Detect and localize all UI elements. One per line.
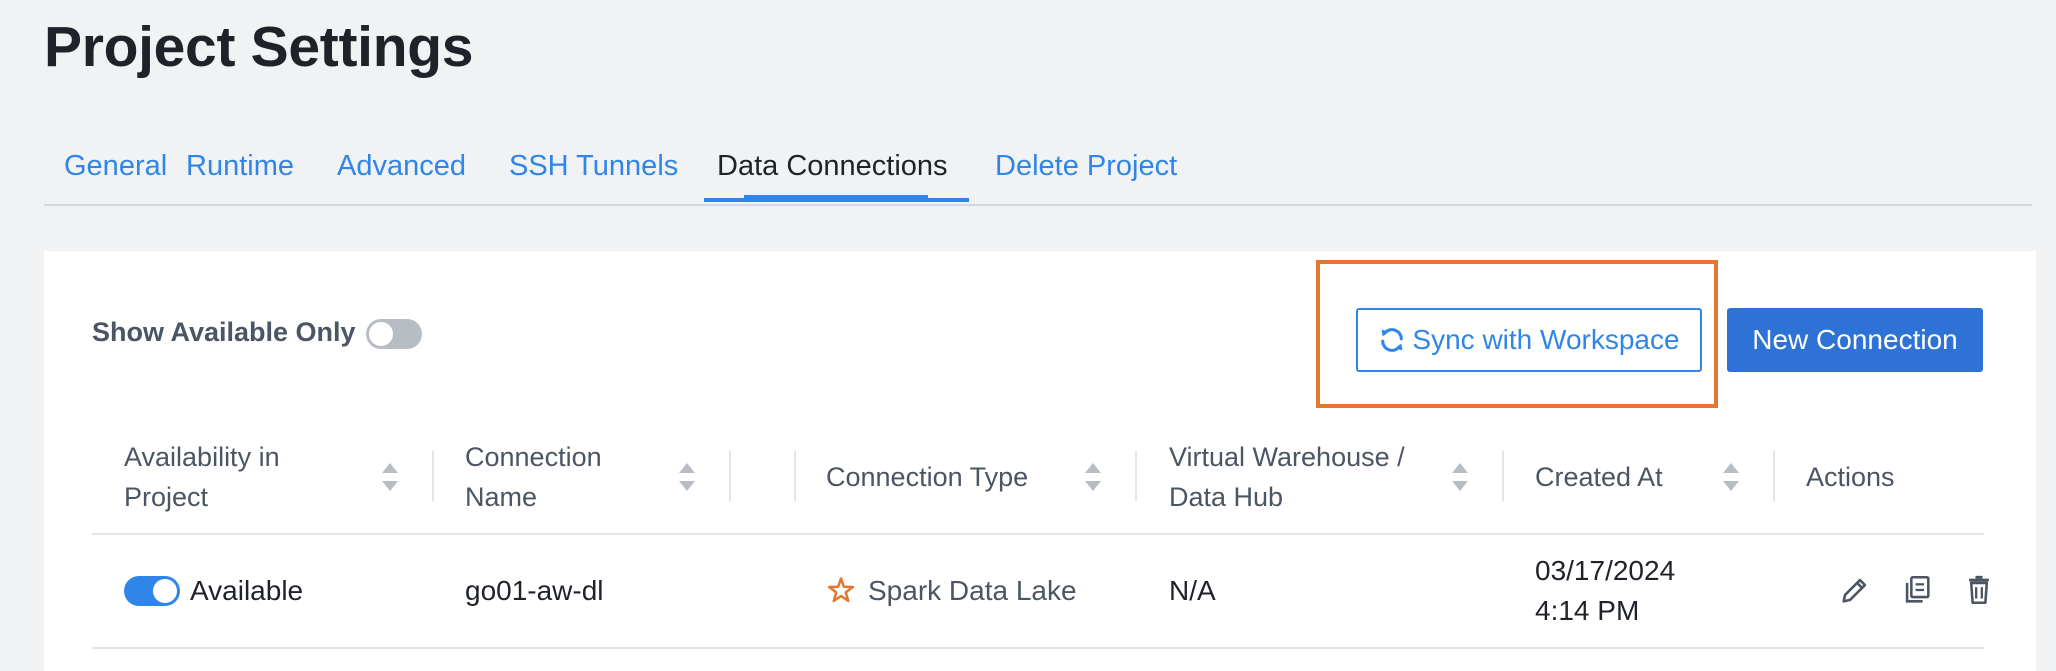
show-available-only-label: Show Available Only — [92, 317, 356, 347]
col-header-connection-type: Connection Type — [826, 421, 1028, 533]
col-header-actions: Actions — [1806, 421, 1895, 533]
toggle-knob — [369, 322, 393, 346]
sort-virtual-warehouse-icon[interactable] — [1451, 459, 1469, 495]
col-header-availability: Availability in Project — [124, 421, 280, 533]
col-header-availability-line2: Project — [124, 482, 209, 512]
copy-icon[interactable] — [1900, 573, 1934, 607]
spark-icon — [827, 577, 855, 603]
data-connections-panel: Show Available Only Sync with Workspace … — [44, 251, 2036, 671]
connection-type-cell: Spark Data Lake — [826, 535, 1077, 647]
new-connection-label: New Connection — [1752, 324, 1958, 355]
virtual-warehouse-cell: N/A — [1169, 575, 1216, 606]
table-header: Availability in Project Connection Name … — [92, 421, 1984, 535]
col-header-warehouse-line2: Data Hub — [1169, 482, 1284, 512]
connection-name-cell: go01-aw-dl — [465, 575, 604, 606]
created-time: 4:14 PM — [1535, 595, 1640, 626]
sort-created-at-icon[interactable] — [1722, 459, 1740, 495]
sort-connection-type-icon[interactable] — [1084, 459, 1102, 495]
tab-general[interactable]: General — [64, 150, 167, 183]
col-header-actions-label: Actions — [1806, 462, 1895, 492]
active-tab-indicator-inner — [744, 195, 928, 198]
availability-cell: Available — [124, 535, 303, 647]
tab-ssh-tunnels[interactable]: SSH Tunnels — [509, 150, 678, 183]
toggle-knob — [153, 579, 177, 603]
refresh-icon — [1381, 328, 1404, 352]
sort-availability-icon[interactable] — [381, 459, 399, 495]
sync-with-workspace-button[interactable]: Sync with Workspace — [1356, 308, 1702, 372]
sort-connection-name-icon[interactable] — [678, 459, 696, 495]
settings-tabs: General Runtime Advanced SSH Tunnels Dat… — [44, 140, 2032, 206]
table-row: Available go01-aw-dl Spark Data Lake N/A… — [92, 535, 1989, 649]
column-divider — [729, 451, 731, 501]
created-date: 03/17/2024 — [1535, 555, 1676, 586]
show-available-only-toggle[interactable] — [366, 319, 422, 349]
availability-toggle[interactable] — [124, 576, 180, 606]
tab-data-connections[interactable]: Data Connections — [717, 150, 948, 183]
col-header-connection-name: Connection Name — [465, 421, 602, 533]
col-header-type-label: Connection Type — [826, 462, 1029, 492]
availability-label: Available — [190, 575, 304, 606]
column-divider — [794, 451, 796, 501]
col-header-created-label: Created At — [1535, 462, 1663, 492]
col-header-virtual-warehouse: Virtual Warehouse / Data Hub — [1169, 421, 1405, 533]
tab-advanced[interactable]: Advanced — [337, 150, 466, 183]
connection-type-label: Spark Data Lake — [868, 575, 1077, 606]
page-title: Project Settings — [44, 15, 474, 79]
col-header-name-line1: Connection — [465, 442, 602, 472]
column-divider — [1135, 451, 1137, 501]
sync-with-workspace-label: Sync with Workspace — [1412, 324, 1680, 355]
col-header-name-line2: Name — [465, 482, 538, 512]
delete-icon[interactable] — [1962, 573, 1996, 607]
col-header-warehouse-line1: Virtual Warehouse / — [1169, 442, 1405, 472]
created-at-cell: 03/17/2024 4:14 PM — [1535, 535, 1675, 647]
edit-icon[interactable] — [1838, 573, 1872, 607]
column-divider — [1773, 451, 1775, 501]
col-header-availability-line1: Availability in — [124, 442, 280, 472]
new-connection-button[interactable]: New Connection — [1727, 308, 1983, 372]
tab-delete-project[interactable]: Delete Project — [995, 150, 1177, 183]
tab-runtime[interactable]: Runtime — [186, 150, 294, 183]
column-divider — [432, 451, 434, 501]
active-tab-indicator — [704, 198, 969, 202]
col-header-created-at: Created At — [1535, 421, 1663, 533]
column-divider — [1502, 451, 1504, 501]
